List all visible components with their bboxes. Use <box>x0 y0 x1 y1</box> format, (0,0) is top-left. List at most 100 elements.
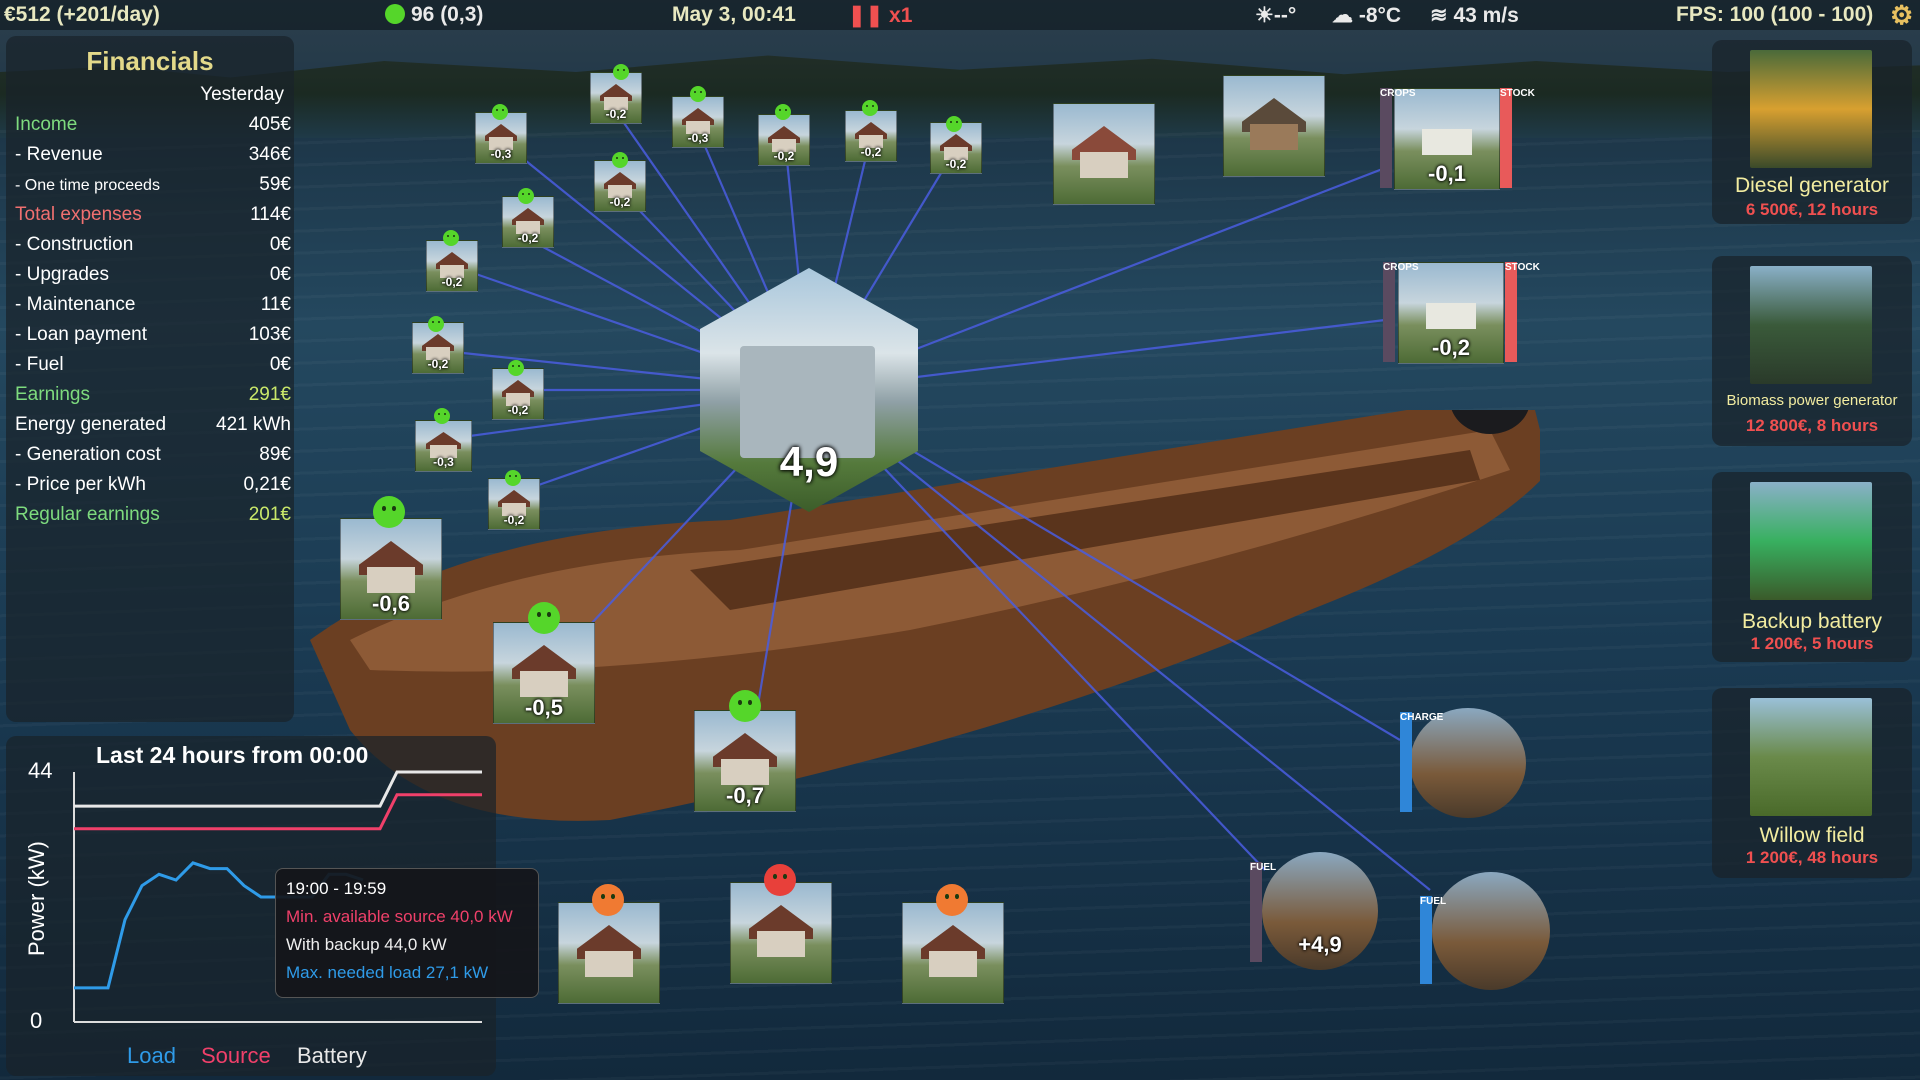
financials-panel: Financials Yesterday Income 405€ - Revenu… <box>6 36 294 722</box>
happy-face-icon <box>528 602 560 634</box>
fin-row-loan: - Loan payment 103€ <box>15 324 291 345</box>
happy-face-icon <box>373 496 405 528</box>
money-display: €512 (+201/day) <box>4 3 160 26</box>
tooltip-with-backup: With backup 44,0 kW <box>286 935 447 954</box>
workshop-tile[interactable] <box>1223 75 1325 177</box>
fin-row-earnings: Earnings 291€ <box>15 384 291 405</box>
battery-series-line <box>74 770 482 808</box>
wind-value: 43 m/s <box>1453 4 1519 27</box>
happy-face-icon <box>508 360 524 376</box>
legend-source[interactable]: Source <box>201 1043 271 1069</box>
speed-value: x1 <box>889 4 913 27</box>
wind-icon: ≋ <box>1430 4 1454 27</box>
house-tile-large[interactable]: -0,7 <box>694 710 796 812</box>
top-status-bar: €512 (+201/day) 96 (0,3) May 3, 00:41 ❚❚… <box>0 0 1920 30</box>
house-tile-large[interactable]: -0,6 <box>340 518 442 620</box>
building-tile[interactable] <box>1053 103 1155 205</box>
fin-row-income: Income 405€ <box>15 114 291 135</box>
fps-display: FPS: 100 (100 - 100) <box>1676 3 1874 26</box>
tooltip-time: 19:00 - 19:59 <box>286 879 387 898</box>
temperature-display: ☁ -8°C <box>1332 3 1401 28</box>
smiley-icon <box>385 4 405 24</box>
house-tile[interactable]: -0,2 <box>426 240 478 292</box>
shop-item-willow-field[interactable]: Willow field 1 200€, 48 hours <box>1712 688 1912 878</box>
diesel-generator-icon <box>1750 50 1872 168</box>
happy-face-icon <box>443 230 459 246</box>
shop-item-diesel-generator[interactable]: Diesel generator 6 500€, 12 hours <box>1712 40 1912 224</box>
happy-face-icon <box>428 316 444 332</box>
crops-tag: CROPS <box>1380 88 1416 188</box>
settings-gear-icon[interactable]: ⚙ <box>1890 0 1913 31</box>
crops-tag: CROPS <box>1383 262 1419 362</box>
financials-title: Financials <box>86 46 214 76</box>
y-axis-label: Power (kW) <box>24 841 49 956</box>
fin-row-energy: Energy generated 421 kWh <box>15 414 291 435</box>
legend-load[interactable]: Load <box>127 1043 176 1069</box>
stock-tag: STOCK <box>1500 88 1535 188</box>
happy-face-icon <box>518 188 534 204</box>
happy-face-icon <box>505 470 521 486</box>
snow-cloud-icon: ☁ <box>1332 4 1359 27</box>
house-tile-large[interactable]: -0,5 <box>493 622 595 724</box>
financials-column-header: Yesterday <box>200 84 284 105</box>
tooltip-min-source: Min. available source 40,0 kW <box>286 907 513 926</box>
happy-face-icon <box>690 86 706 102</box>
happy-face-icon <box>729 690 761 722</box>
house-tile-unhappy[interactable] <box>730 882 832 984</box>
charge-tag: CHARGE <box>1400 712 1443 812</box>
house-tile[interactable]: -0,2 <box>758 114 810 166</box>
wind-display: ≋ 43 m/s <box>1430 3 1519 28</box>
fin-row-maintenance: - Maintenance 11€ <box>15 294 291 315</box>
happy-face-icon <box>434 408 450 424</box>
happy-face-icon <box>492 104 508 120</box>
farm-tile[interactable]: -0,1 <box>1394 88 1500 190</box>
fuel-tag: FUEL <box>1250 862 1276 962</box>
happiness-value: 96 (0,3) <box>411 3 484 26</box>
pause-icon[interactable]: ❚❚ <box>848 4 889 27</box>
backup-battery-icon <box>1750 482 1872 600</box>
y-max-label: 44 <box>28 758 52 783</box>
happy-face-icon <box>946 116 962 132</box>
graph-tooltip: 19:00 - 19:59 Min. available source 40,0… <box>275 868 539 998</box>
house-tile[interactable]: -0,3 <box>672 96 724 148</box>
date-time-display: May 3, 00:41 <box>672 3 796 26</box>
fin-row-generation-cost: - Generation cost 89€ <box>15 444 291 465</box>
happy-face-icon <box>775 104 791 120</box>
fuel-plant[interactable]: +4,9 <box>1262 852 1378 970</box>
legend-battery[interactable]: Battery <box>297 1043 367 1069</box>
happy-face-icon <box>612 152 628 168</box>
fin-row-one-time: - One time proceeds 59€ <box>15 174 291 195</box>
sad-face-icon <box>592 884 624 916</box>
house-tile[interactable]: -0,2 <box>845 110 897 162</box>
fin-row-upgrades: - Upgrades 0€ <box>15 264 291 285</box>
house-tile[interactable]: -0,3 <box>415 420 472 472</box>
willow-field-icon <box>1750 698 1872 816</box>
source-series-line <box>74 793 482 831</box>
shop-item-biomass-generator[interactable]: Biomass power generator 12 800€, 8 hours <box>1712 256 1912 446</box>
fin-row-revenue: - Revenue 346€ <box>15 144 291 165</box>
happiness-display: 96 (0,3) <box>385 3 483 27</box>
fin-row-regular-earnings: Regular earnings 201€ <box>15 504 291 525</box>
game-speed-control[interactable]: ❚❚ x1 <box>848 3 912 28</box>
tooltip-max-load: Max. needed load 27,1 kW <box>286 963 489 982</box>
generator-site[interactable] <box>1432 872 1550 990</box>
sun-weather-display: ☀--° <box>1255 4 1297 27</box>
house-tile-unhappy[interactable] <box>558 902 660 1004</box>
shop-item-backup-battery[interactable]: Backup battery 1 200€, 5 hours <box>1712 472 1912 662</box>
fin-row-price-kwh: - Price per kWh 0,21€ <box>15 474 291 495</box>
fin-row-fuel: - Fuel 0€ <box>15 354 291 375</box>
house-tile[interactable]: -0,2 <box>492 368 544 420</box>
sad-face-icon <box>936 884 968 916</box>
temperature-value: -8°C <box>1358 4 1402 27</box>
house-tile[interactable]: -0,2 <box>590 72 642 124</box>
stock-tag: STOCK <box>1505 262 1540 362</box>
house-tile-unhappy[interactable] <box>902 902 1004 1004</box>
fuel-tag: FUEL <box>1420 896 1446 984</box>
y-min-label: 0 <box>30 1008 42 1033</box>
house-tile[interactable]: -0,2 <box>502 196 554 248</box>
biomass-generator-icon <box>1750 266 1872 384</box>
farm-tile[interactable]: -0,2 <box>1398 262 1504 364</box>
fin-row-total-expenses: Total expenses 114€ <box>15 204 291 225</box>
charging-station[interactable] <box>1410 708 1526 818</box>
happy-face-icon <box>862 100 878 116</box>
